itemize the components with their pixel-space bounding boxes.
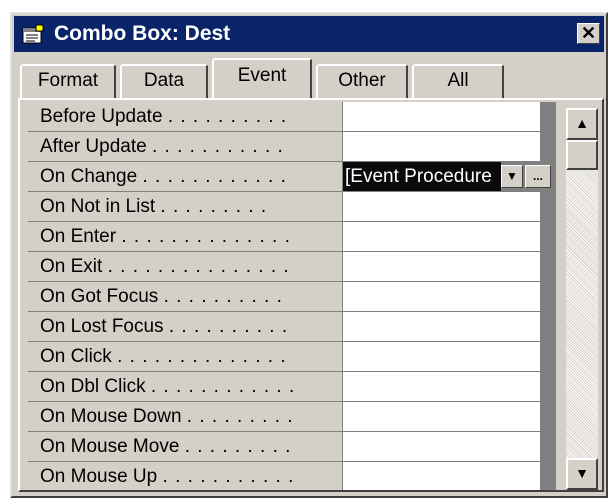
property-label: On Not in List . . . . . . . . . [28,192,342,221]
tab-label: Format [37,70,99,91]
arrow-up-icon: ▲ [575,115,589,131]
scroll-down-button[interactable]: ▼ [566,458,598,490]
property-row-on-got-focus: On Got Focus . . . . . . . . . . [28,282,556,312]
property-row-on-enter: On Enter . . . . . . . . . . . . . . [28,222,556,252]
property-value-field[interactable] [343,132,540,161]
property-value-field[interactable] [343,462,540,490]
tab-all[interactable]: All [412,64,504,98]
property-row-after-update: After Update . . . . . . . . . . . [28,132,556,162]
property-label: On Enter . . . . . . . . . . . . . . [28,222,342,251]
tab-label: Other [338,70,386,91]
tab-strip: Format Data Event Other All [18,58,558,100]
property-value-field[interactable] [343,432,540,461]
property-label: On Exit . . . . . . . . . . . . . . . [28,252,342,281]
property-row-on-mouse-up: On Mouse Up . . . . . . . . . . . [28,462,556,490]
property-row-on-dbl-click: On Dbl Click . . . . . . . . . . . . [28,372,556,402]
property-value-field[interactable] [343,222,540,251]
chevron-down-icon: ▼ [506,169,518,183]
property-row-on-mouse-down: On Mouse Down . . . . . . . . . [28,402,556,432]
tab-other[interactable]: Other [316,64,408,98]
property-label: On Change . . . . . . . . . . . . [28,162,342,191]
title-bar[interactable]: Combo Box: Dest ✕ [14,16,604,52]
property-value-field[interactable] [343,192,540,221]
property-label: On Got Focus . . . . . . . . . . [28,282,342,311]
property-row-on-click: On Click . . . . . . . . . . . . . . [28,342,556,372]
property-label: On Mouse Up . . . . . . . . . . . [28,462,342,490]
property-label: On Dbl Click . . . . . . . . . . . . [28,372,342,401]
property-value-field[interactable] [343,252,540,281]
tab-panel: Before Update . . . . . . . . . . After … [18,98,604,492]
property-value-field[interactable] [343,312,540,341]
property-row-on-change: On Change . . . . . . . . . . . . [Event… [28,162,556,192]
tab-data[interactable]: Data [120,64,208,98]
scroll-thumb[interactable] [566,140,598,170]
property-value-field[interactable] [343,342,540,371]
property-row-on-mouse-move: On Mouse Move . . . . . . . . . [28,432,556,462]
scroll-up-button[interactable]: ▲ [566,108,598,140]
property-value-field[interactable] [343,102,540,131]
property-row-on-lost-focus: On Lost Focus . . . . . . . . . . [28,312,556,342]
property-row-on-not-in-list: On Not in List . . . . . . . . . [28,192,556,222]
property-sheet-window: Combo Box: Dest ✕ Format Data Event Othe… [10,12,608,498]
property-row-on-exit: On Exit . . . . . . . . . . . . . . . [28,252,556,282]
tab-format[interactable]: Format [20,64,116,98]
property-label: On Mouse Down . . . . . . . . . [28,402,342,431]
window-title: Combo Box: Dest [54,22,231,45]
property-label: Before Update . . . . . . . . . . [28,102,342,131]
tab-label: Data [143,70,185,91]
property-label: On Click . . . . . . . . . . . . . . [28,342,342,371]
property-value-field[interactable] [343,402,540,431]
arrow-down-icon: ▼ [575,465,589,481]
vertical-scrollbar[interactable]: ▲ ▼ [566,108,598,490]
property-value-field[interactable] [343,282,540,311]
ellipsis-icon: ... [532,169,543,183]
property-value-field[interactable] [343,372,540,401]
build-button[interactable]: ... [525,165,551,188]
property-label: After Update . . . . . . . . . . . [28,132,342,161]
property-row-before-update: Before Update . . . . . . . . . . [28,102,556,132]
tab-label: Event [237,65,287,86]
property-label: On Lost Focus . . . . . . . . . . [28,312,342,341]
properties-sheet-icon [22,24,44,44]
dropdown-button[interactable]: ▼ [501,165,523,188]
tab-label: All [447,70,469,91]
property-grid: Before Update . . . . . . . . . . After … [28,102,556,490]
close-button[interactable]: ✕ [577,23,600,44]
tab-event[interactable]: Event [212,58,312,98]
close-icon: ✕ [580,23,597,43]
property-value-field-selected[interactable]: [Event Procedure [343,162,501,191]
property-label: On Mouse Move . . . . . . . . . [28,432,342,461]
